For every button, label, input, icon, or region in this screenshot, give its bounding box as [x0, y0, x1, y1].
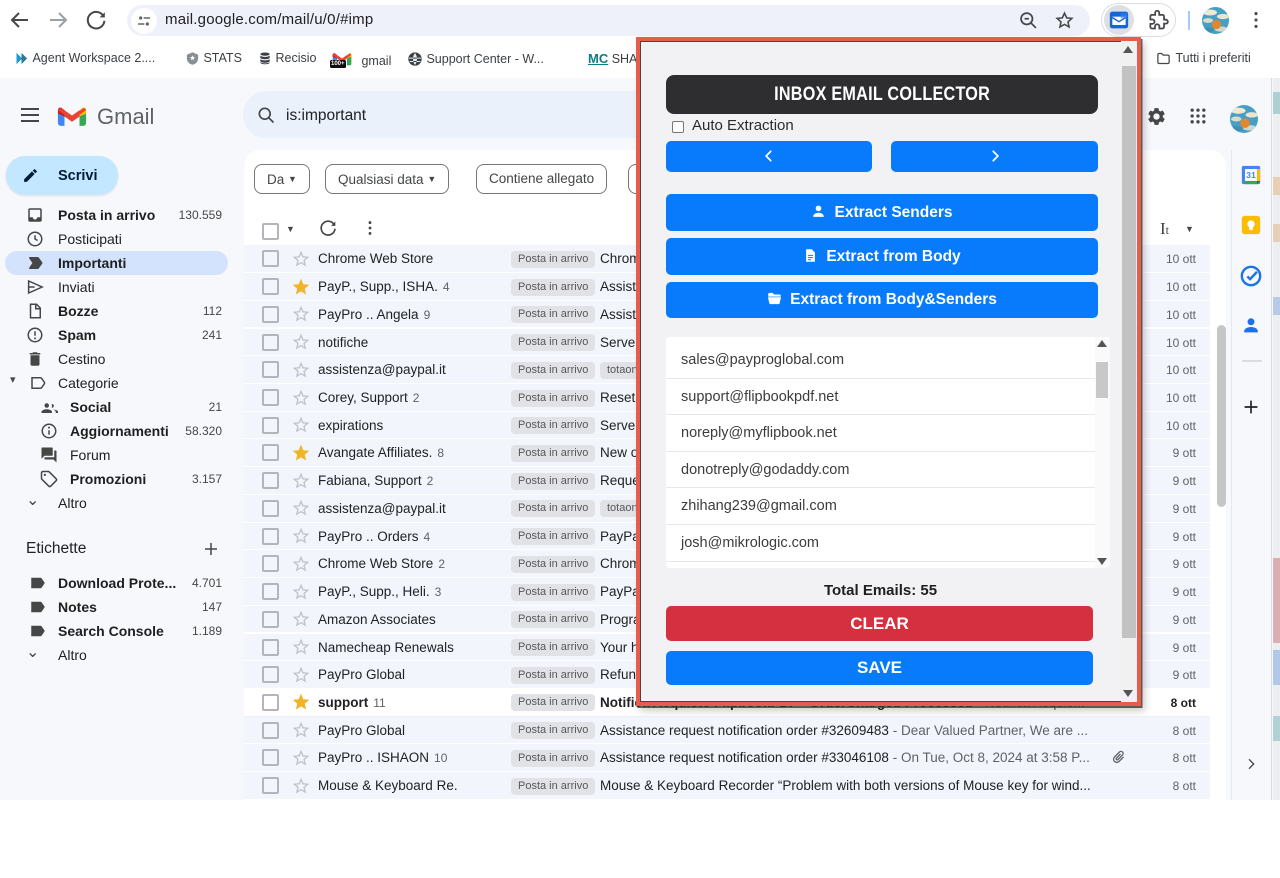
svg-text:31: 31: [1246, 170, 1256, 180]
